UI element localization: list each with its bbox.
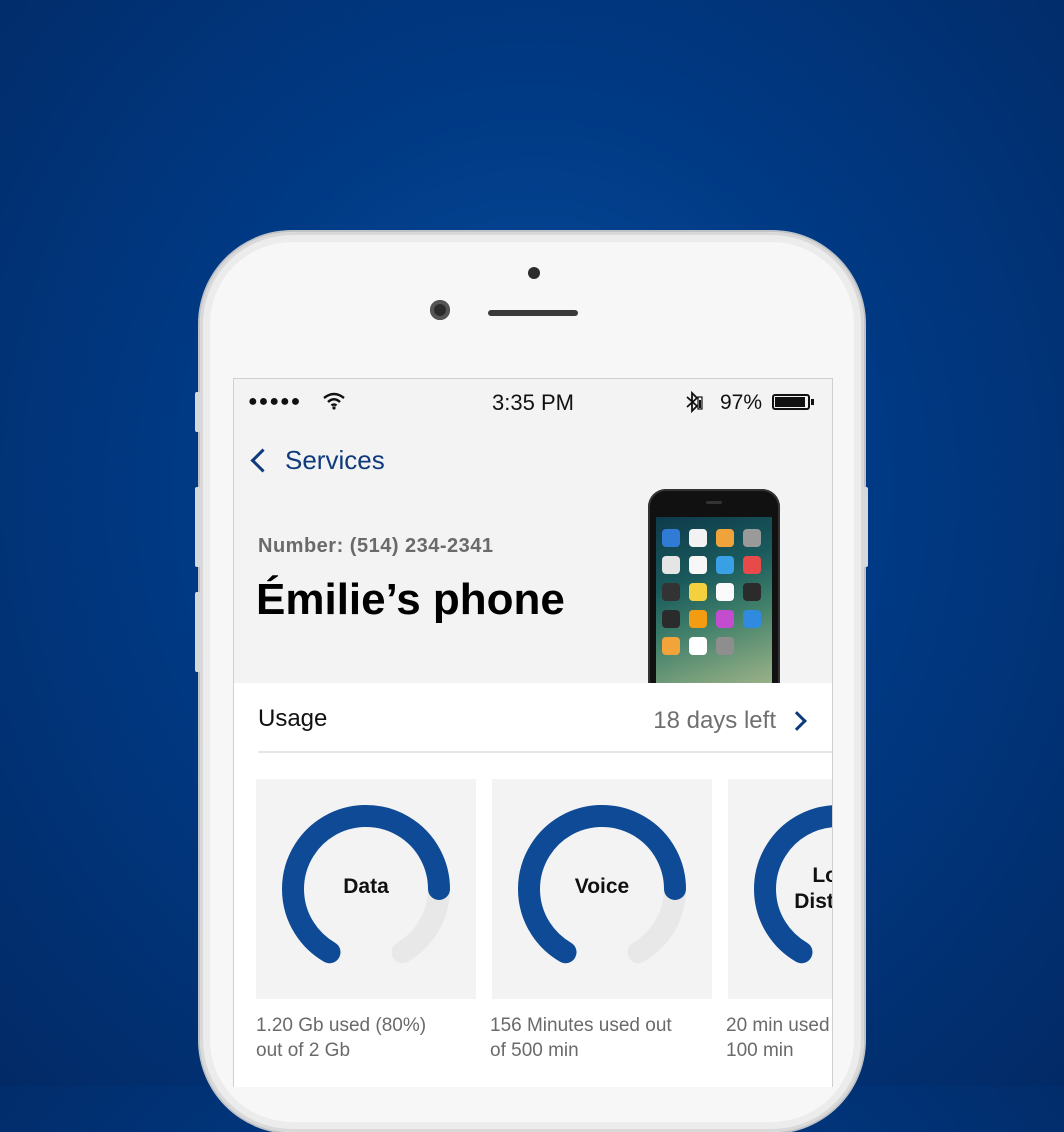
card-label: Data (343, 875, 389, 898)
caption-line: out of 2 Gb (256, 1040, 351, 1061)
volume-down-button (195, 592, 201, 672)
caption-line: 100 min (726, 1040, 794, 1061)
days-left[interactable]: 18 days left (653, 707, 776, 735)
page-title: Émilie’s phone (256, 575, 565, 624)
front-camera (430, 300, 450, 320)
mute-switch (195, 392, 201, 432)
battery-tip (811, 399, 814, 405)
chevron-left-icon (250, 448, 275, 473)
long-distance-caption: 20 min used 100 min (726, 1013, 832, 1063)
usage-card-data[interactable]: Data (256, 779, 476, 999)
device-camera (706, 501, 722, 504)
caption-line: 1.20 Gb used (80%) (256, 1015, 427, 1036)
caption-line: 20 min used (726, 1015, 830, 1036)
chevron-right-icon[interactable] (787, 711, 807, 731)
power-button (862, 487, 868, 567)
card-label: Long Distance (794, 864, 833, 913)
caption-line: of 500 min (490, 1040, 579, 1061)
earpiece-speaker (488, 310, 578, 316)
app-screen: ●●●●● 3:35 PM 97% Services Number: (514)… (233, 378, 833, 1087)
phone-number: Number: (514) 234-2341 (258, 535, 494, 557)
app-icon-grid (662, 529, 761, 655)
proximity-sensor (528, 267, 540, 279)
voice-caption: 156 Minutes used out of 500 min (490, 1013, 710, 1063)
bluetooth-icon (682, 390, 704, 419)
usage-card-long-distance[interactable]: Long Distance (728, 779, 833, 999)
usage-card-voice[interactable]: Voice (492, 779, 712, 999)
device-display (656, 517, 772, 685)
volume-up-button (195, 487, 201, 567)
caption-line: 156 Minutes used out (490, 1015, 672, 1036)
usage-panel: Usage 18 days left Data 1.20 Gb used (80… (234, 683, 832, 1087)
card-label: Voice (574, 875, 630, 898)
battery-percent: 97% (720, 391, 763, 414)
device-image (648, 489, 780, 685)
back-label: Services (285, 445, 385, 475)
usage-heading: Usage (258, 705, 328, 732)
status-bar: ●●●●● 3:35 PM 97% (234, 379, 832, 427)
battery-icon (772, 394, 810, 410)
divider (258, 751, 832, 753)
data-caption: 1.20 Gb used (80%) out of 2 Gb (256, 1013, 476, 1063)
back-button[interactable]: Services (248, 445, 385, 476)
